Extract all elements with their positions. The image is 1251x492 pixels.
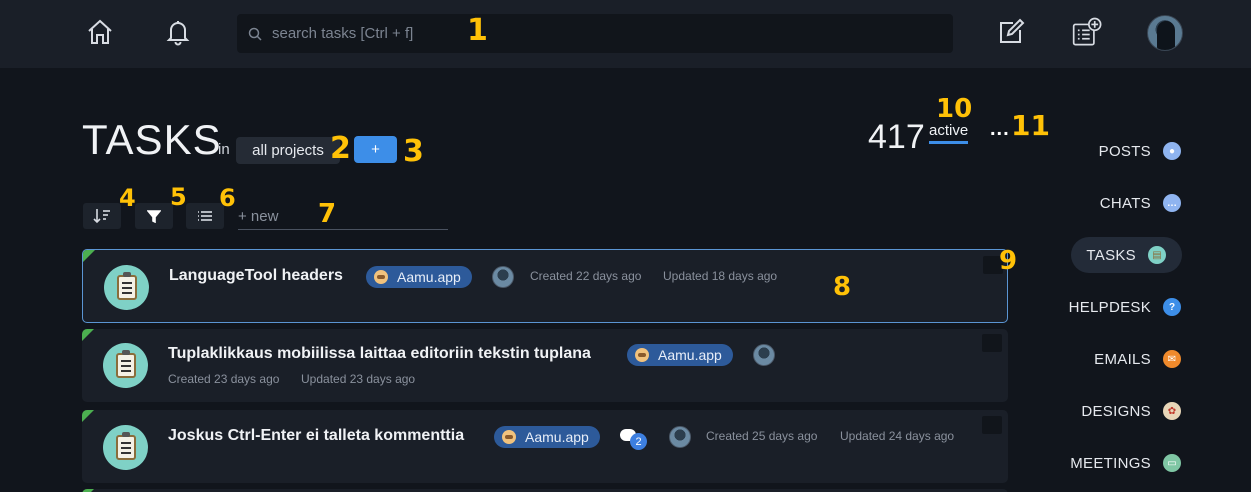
clipboard-icon (103, 343, 148, 388)
annotation-8: 8 (833, 272, 852, 302)
nav-item-tasks[interactable]: TASKS ▤ (1071, 237, 1182, 273)
meetings-icon: ▭ (1163, 454, 1181, 472)
annotation-10: 10 (936, 94, 973, 124)
list-view-icon (198, 211, 212, 221)
project-select[interactable]: all projects (236, 137, 340, 164)
tab-active[interactable]: active (929, 122, 969, 144)
nav-item-meetings[interactable]: MEETINGS ▭ (1070, 448, 1181, 478)
project-logo-icon (374, 270, 388, 284)
annotation-7: 7 (318, 199, 337, 229)
project-logo-icon (635, 348, 649, 362)
nav-label: CHATS (1099, 194, 1151, 212)
task-card[interactable]: LanguageTool headers Aamu.app Created 22… (82, 249, 1008, 323)
annotation-5: 5 (170, 183, 187, 211)
created-date: Created 23 days ago (168, 372, 280, 386)
search-input[interactable] (272, 25, 872, 42)
comments-icon[interactable]: 2 (620, 427, 648, 450)
add-project-button[interactable]: + (354, 136, 397, 163)
annotation-3: 3 (403, 134, 424, 169)
annotation-1: 1 (467, 13, 488, 48)
updated-date: Updated 18 days ago (663, 269, 778, 283)
in-label: in (218, 141, 230, 158)
search-bar[interactable] (237, 14, 953, 53)
project-badge[interactable]: Aamu.app (627, 344, 733, 366)
assignee-avatar[interactable] (669, 426, 691, 448)
project-badge-label: Aamu.app (397, 269, 461, 285)
chats-icon: … (1163, 194, 1181, 212)
nav-item-chats[interactable]: CHATS … (1100, 188, 1181, 218)
emails-icon: ✉ (1163, 350, 1181, 368)
clipboard-icon (104, 265, 149, 310)
annotation-4: 4 (119, 184, 136, 212)
top-bar (0, 0, 1251, 68)
task-checkbox[interactable] (982, 334, 1002, 352)
new-task-input[interactable] (238, 208, 438, 225)
bell-icon[interactable] (162, 14, 194, 50)
new-task-field[interactable] (238, 203, 448, 230)
assignee-avatar[interactable] (753, 344, 775, 366)
posts-icon: ● (1163, 142, 1181, 160)
status-marker (83, 250, 95, 262)
filter-button[interactable] (135, 203, 173, 229)
page-title: TASKS (82, 116, 222, 163)
add-task-icon[interactable] (1072, 14, 1104, 50)
nav-label: HELPDESK (1068, 298, 1151, 316)
project-badge[interactable]: Aamu.app (494, 426, 600, 448)
nav-item-helpdesk[interactable]: HELPDESK? (1069, 292, 1181, 322)
nav-label: MEETINGS (1070, 454, 1151, 472)
nav-label: POSTS (1098, 142, 1151, 160)
designs-icon: ✿ (1163, 402, 1181, 420)
task-title[interactable]: Tuplaklikkaus mobiilissa laittaa editori… (168, 345, 591, 363)
helpdesk-icon: ? (1163, 298, 1181, 316)
assignee-avatar[interactable] (492, 266, 514, 288)
nav-item-emails[interactable]: EMAILS ✉ (1094, 344, 1181, 374)
task-checkbox[interactable] (982, 416, 1002, 434)
home-icon[interactable] (84, 14, 116, 50)
clipboard-icon (103, 425, 148, 470)
task-card[interactable]: Tuplaklikkaus mobiilissa laittaa editori… (82, 329, 1008, 402)
user-avatar[interactable] (1147, 15, 1183, 51)
comment-count: 2 (630, 433, 647, 450)
task-card[interactable]: Joskus Ctrl-Enter ei talleta kommenttia … (82, 410, 1008, 483)
search-icon (248, 27, 262, 41)
nav-item-posts[interactable]: POSTS ● (1099, 136, 1181, 166)
annotation-2: 2 (330, 131, 351, 166)
annotation-6: 6 (219, 184, 236, 212)
created-date: Created 22 days ago (530, 269, 642, 283)
updated-date: Updated 24 days ago (840, 429, 955, 443)
annotation-9: 9 (999, 246, 1018, 276)
task-title[interactable]: LanguageTool headers (169, 267, 343, 285)
updated-date: Updated 23 days ago (301, 372, 416, 386)
filter-icon (147, 210, 161, 223)
project-badge-label: Aamu.app (525, 429, 589, 445)
task-title[interactable]: Joskus Ctrl-Enter ei talleta kommenttia (168, 427, 464, 445)
nav-label: TASKS (1086, 246, 1136, 264)
nav-label: DESIGNS (1081, 402, 1151, 420)
annotation-11: 11 (1011, 109, 1050, 142)
created-date: Created 25 days ago (706, 429, 818, 443)
edit-icon[interactable] (995, 14, 1027, 50)
status-marker (82, 329, 94, 341)
task-count: 417 (868, 118, 925, 156)
project-badge[interactable]: Aamu.app (366, 266, 472, 288)
more-menu-button[interactable]: ... (990, 118, 1010, 141)
project-badge-label: Aamu.app (658, 347, 722, 363)
project-logo-icon (502, 430, 516, 444)
nav-item-designs[interactable]: DESIGNS ✿ (1081, 396, 1181, 426)
nav-label: EMAILS (1094, 350, 1151, 368)
sort-button[interactable] (83, 203, 121, 229)
tasks-icon: ▤ (1148, 246, 1166, 264)
status-marker (82, 410, 94, 422)
sort-icon (93, 209, 110, 224)
